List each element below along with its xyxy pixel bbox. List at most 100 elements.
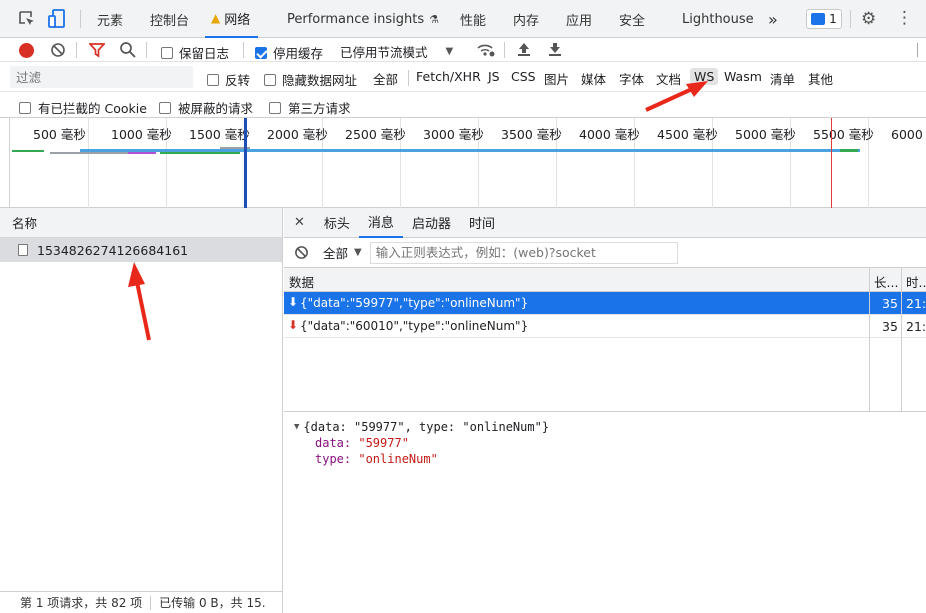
type-filter-other[interactable]: 其他 xyxy=(804,69,837,88)
tab-performance-insights[interactable]: Performance insights ⚗ xyxy=(287,0,439,38)
tab-security[interactable]: 安全 xyxy=(619,0,645,38)
timeline-tick-label: 1000 毫秒 xyxy=(111,127,172,142)
document-icon xyxy=(18,244,28,256)
type-filter-media[interactable]: 媒体 xyxy=(577,69,610,88)
tab-initiator[interactable]: 启动器 xyxy=(403,208,460,238)
type-filter-wasm[interactable]: Wasm xyxy=(720,69,766,84)
type-filter-js[interactable]: JS xyxy=(484,69,504,84)
details-tab-bar: ✕ 标头 消息 启动器 时间 xyxy=(284,208,926,238)
tab-network[interactable]: ▲ 网络 xyxy=(205,0,259,38)
device-toolbar-icon[interactable] xyxy=(48,9,66,29)
import-har-icon[interactable] xyxy=(517,41,531,57)
property-key: data: xyxy=(315,436,352,450)
message-filter-input[interactable] xyxy=(369,241,678,264)
checkbox[interactable] xyxy=(264,73,276,86)
filter-icon[interactable] xyxy=(89,42,105,58)
timeline-tick-label: 6000 毫 xyxy=(891,127,926,142)
third-party-label: 第三方请求 xyxy=(288,101,351,116)
tab-elements[interactable]: 元素 xyxy=(97,0,123,38)
export-har-icon[interactable] xyxy=(548,41,562,57)
message-preview: ▼ {data: "59977", type: "onlineNum"} dat… xyxy=(284,412,926,466)
column-divider[interactable] xyxy=(901,268,902,411)
disable-cache-checkbox[interactable]: 停用缓存 xyxy=(255,43,323,62)
tab-lighthouse[interactable]: Lighthouse xyxy=(682,0,754,38)
message-row-selected[interactable]: ⬇ {"data":"59977","type":"onlineNum"} 35… xyxy=(284,292,926,315)
preview-property: data: "59977" xyxy=(294,436,926,450)
length-column-header[interactable]: 长... xyxy=(874,272,898,291)
message-icon xyxy=(811,13,826,25)
type-filter-fetch-xhr[interactable]: Fetch/XHR xyxy=(412,69,485,84)
type-filter-manifest[interactable]: 清单 xyxy=(766,69,799,88)
blocked-requests-label: 被屏蔽的请求 xyxy=(178,101,254,116)
third-party-checkbox[interactable]: 第三方请求 xyxy=(269,98,351,117)
checkbox[interactable] xyxy=(19,101,31,114)
throttling-select[interactable]: 已停用节流模式 ▼ xyxy=(340,42,453,61)
message-time: 21:5 xyxy=(906,296,926,311)
preserve-log-label: 保留日志 xyxy=(179,46,230,61)
caret-down-icon: ▼ xyxy=(445,46,454,57)
timeline-gridline xyxy=(88,118,89,208)
type-filter-css[interactable]: CSS xyxy=(507,69,540,84)
name-column-header[interactable]: 名称 xyxy=(0,208,282,238)
more-tabs-button[interactable]: » xyxy=(768,0,778,38)
close-icon[interactable]: ✕ xyxy=(284,215,315,230)
type-filter-ws[interactable]: WS xyxy=(690,68,719,85)
issues-badge[interactable]: 1 xyxy=(806,9,842,29)
preview-object-summary[interactable]: ▼ {data: "59977", type: "onlineNum"} xyxy=(294,420,926,434)
record-button[interactable] xyxy=(19,43,34,58)
network-toolbar: 保留日志 停用缓存 已停用节流模式 ▼ xyxy=(0,38,926,62)
column-divider[interactable] xyxy=(869,268,870,411)
network-overview-timeline[interactable]: 500 毫秒 1000 毫秒 1500 毫秒 2000 毫秒 2500 毫秒 3000 毫… xyxy=(0,118,926,208)
type-filter-img[interactable]: 图片 xyxy=(540,69,573,88)
data-column-header[interactable]: 数据 xyxy=(289,272,314,291)
divider xyxy=(850,10,851,28)
checkbox[interactable] xyxy=(269,101,281,114)
message-type-select[interactable]: 全部 ▼ xyxy=(323,243,362,262)
hide-data-urls-label: 隐藏数据网址 xyxy=(282,73,358,88)
inspect-element-icon[interactable] xyxy=(18,10,36,28)
preserve-log-checkbox[interactable]: 保留日志 xyxy=(161,43,229,62)
messages-table-header: 数据 长... 时... xyxy=(284,268,926,292)
tab-messages[interactable]: 消息 xyxy=(358,208,403,238)
checkbox[interactable] xyxy=(207,73,219,86)
type-filter-doc[interactable]: 文档 xyxy=(652,69,685,88)
tab-timing[interactable]: 时间 xyxy=(460,208,504,238)
load-event-marker xyxy=(831,118,832,208)
tab-headers[interactable]: 标头 xyxy=(315,208,359,238)
more-options-icon[interactable]: ⋮ xyxy=(896,8,913,28)
tab-memory[interactable]: 内存 xyxy=(513,0,539,38)
checkbox-checked[interactable] xyxy=(255,46,267,59)
filter-input[interactable] xyxy=(10,66,193,88)
tab-network-label: 网络 xyxy=(224,12,251,28)
gear-icon[interactable]: ⚙ xyxy=(861,9,876,29)
tab-performance-insights-label: Performance insights xyxy=(287,11,425,27)
type-filter-all[interactable]: 全部 xyxy=(369,69,402,88)
clear-messages-icon[interactable] xyxy=(294,245,309,260)
request-row[interactable]: 1534826274126684161 xyxy=(0,238,282,262)
tab-performance[interactable]: 性能 xyxy=(460,0,486,38)
timeline-tick-label: 1500 毫秒 xyxy=(189,127,250,142)
checkbox[interactable] xyxy=(161,46,173,59)
property-key: type: xyxy=(315,452,352,466)
hide-data-urls-checkbox[interactable]: 隐藏数据网址 xyxy=(264,70,357,89)
throttling-value: 已停用节流模式 xyxy=(340,45,428,60)
tab-application[interactable]: 应用 xyxy=(566,0,592,38)
request-count: 第 1 项请求，共 82 项 xyxy=(20,596,143,610)
invert-checkbox[interactable]: 反转 xyxy=(207,70,250,89)
timeline-tick-label: 2000 毫秒 xyxy=(267,127,328,142)
network-conditions-icon[interactable] xyxy=(476,41,496,59)
time-column-header[interactable]: 时... xyxy=(906,272,926,291)
blocked-cookies-checkbox[interactable]: 有已拦截的 Cookie xyxy=(19,98,147,117)
type-filter-font[interactable]: 字体 xyxy=(615,69,648,88)
message-data: {"data":"59977","type":"onlineNum"} xyxy=(300,296,529,310)
checkbox[interactable] xyxy=(159,101,171,114)
preview-summary-text: {data: "59977", type: "onlineNum"} xyxy=(303,420,550,434)
expand-triangle-icon[interactable]: ▼ xyxy=(294,422,299,432)
message-row[interactable]: ⬇ {"data":"60010","type":"onlineNum"} 35… xyxy=(284,315,926,338)
name-column-label: 名称 xyxy=(12,216,38,231)
blocked-requests-checkbox[interactable]: 被屏蔽的请求 xyxy=(159,98,253,117)
clear-icon[interactable] xyxy=(50,42,66,58)
tab-console[interactable]: 控制台 xyxy=(150,0,189,38)
filter-bar: 反转 隐藏数据网址 全部 Fetch/XHR JS CSS 图片 媒体 字体 文… xyxy=(0,62,926,92)
search-icon[interactable] xyxy=(119,41,136,58)
